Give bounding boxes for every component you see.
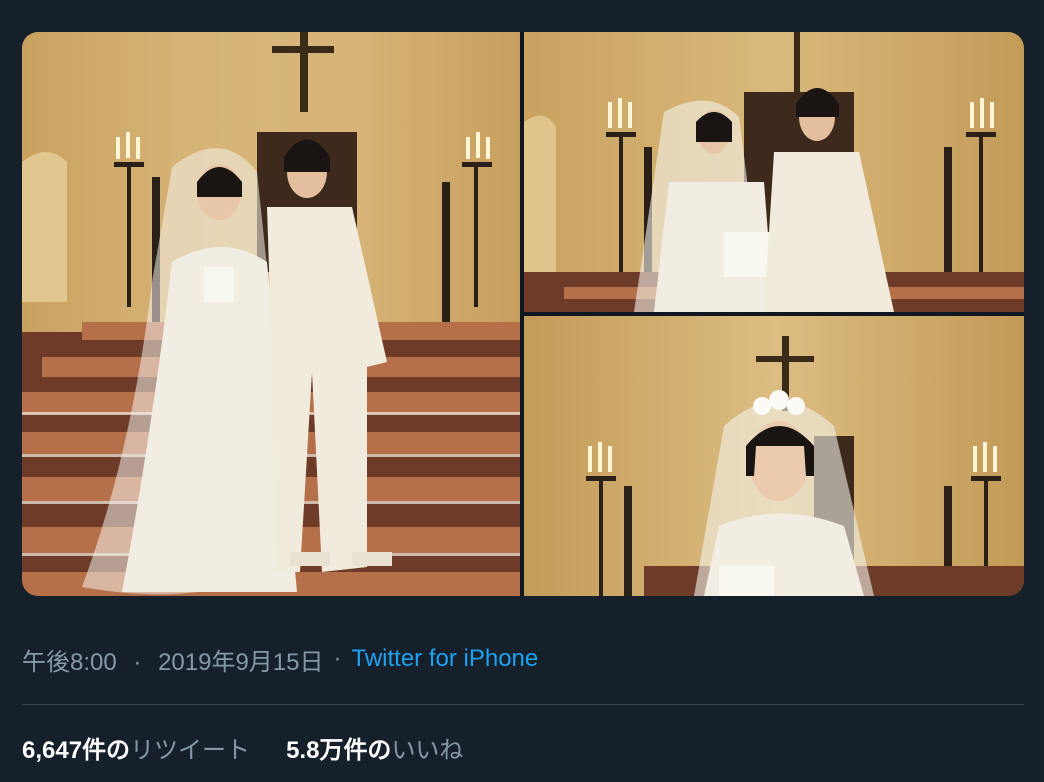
tweet-source-link[interactable]: Twitter for iPhone: [352, 645, 539, 673]
photo-bride-portrait-image: [524, 316, 1024, 596]
like-count: 5.8万: [286, 736, 344, 764]
tweet-time: 午後8:00: [22, 648, 117, 676]
tweet-time-link[interactable]: 午後8:00 · 2019年9月15日: [22, 642, 324, 677]
retweet-count: 6,647: [22, 736, 83, 764]
separator-dot: ·: [133, 648, 142, 676]
like-label: いいね: [391, 736, 464, 764]
tweet-stats: 6,647 件の リツイート 5.8万 件の いいね: [22, 730, 463, 764]
tweet-date: 2019年9月15日: [158, 648, 324, 676]
divider: [22, 704, 1024, 705]
like-count-unit: 件の: [343, 736, 392, 764]
separator-dot: ·: [333, 645, 342, 672]
photo-bride-portrait[interactable]: [524, 316, 1024, 596]
like-count-link[interactable]: 5.8万 件の いいね: [286, 730, 463, 765]
retweet-count-unit: 件の: [82, 736, 131, 764]
tweet-timestamp-line: 午後8:00 · 2019年9月15日 · Twitter for iPhone: [22, 642, 538, 676]
retweet-count-link[interactable]: 6,647 件の リツイート: [22, 730, 250, 765]
photo-couple-facing-image: [524, 32, 1024, 312]
retweet-label: リツイート: [130, 736, 251, 764]
tweet-photo-gallery: [22, 32, 1024, 596]
photo-couple-on-steps-image: [22, 32, 520, 596]
photo-couple-on-steps[interactable]: [22, 32, 520, 596]
photo-couple-facing[interactable]: [524, 32, 1024, 312]
